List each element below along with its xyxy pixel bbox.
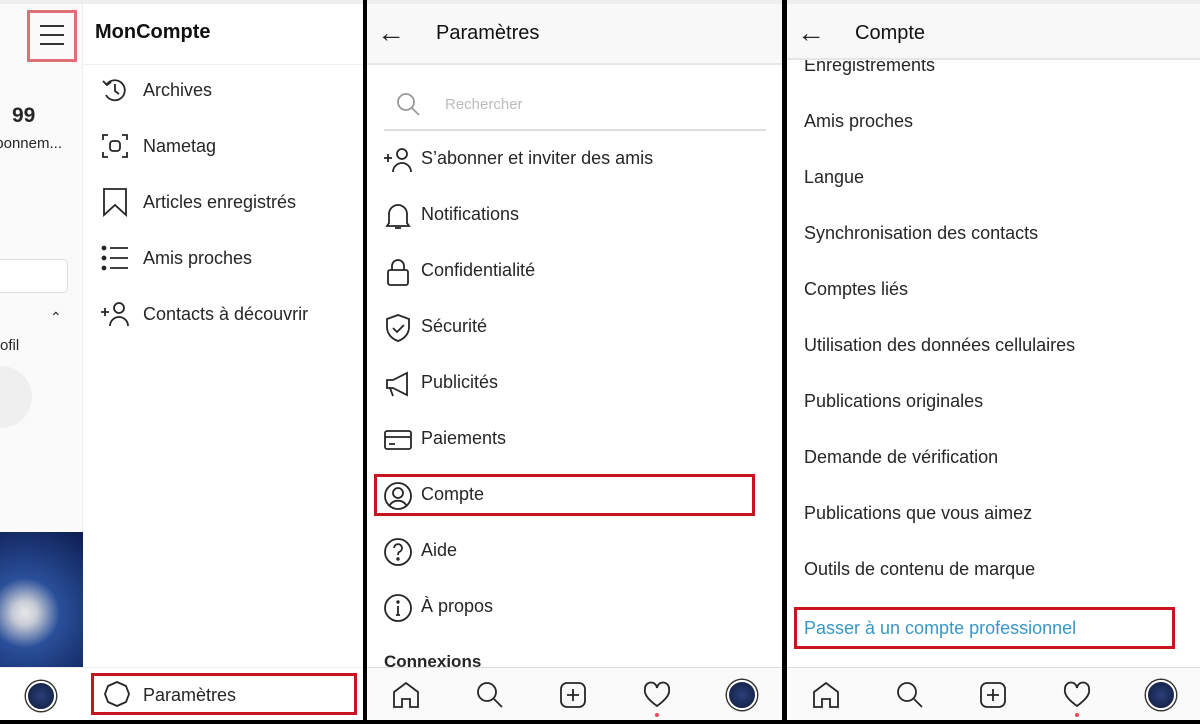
settings-label: Paramètres xyxy=(143,685,237,705)
back-arrow-icon[interactable]: ← xyxy=(797,17,825,49)
bottom-nav xyxy=(787,667,1200,720)
profile-avatar[interactable] xyxy=(1146,680,1176,710)
page-title: Compte xyxy=(855,22,926,44)
profile-count-label: bonnem... xyxy=(0,135,62,152)
menu-item-nametag[interactable]: Nametag xyxy=(143,136,216,157)
bookmark-icon xyxy=(100,187,130,218)
gear-icon xyxy=(102,679,132,709)
settings-item[interactable]: Aide xyxy=(421,540,457,561)
menu-item-archives[interactable]: Archives xyxy=(143,80,212,101)
shield-icon xyxy=(383,313,413,343)
account-item[interactable]: Utilisation des données cellulaires xyxy=(804,335,1075,356)
drawer-header: MonCompte xyxy=(83,4,363,65)
settings-item[interactable]: Publicités xyxy=(421,372,498,393)
bottom-nav xyxy=(367,667,782,720)
suggestion-avatar xyxy=(0,366,32,428)
settings-item[interactable]: À propos xyxy=(421,596,493,617)
account-item[interactable]: Publications que vous aimez xyxy=(804,503,1032,524)
profile-peek: 99 bonnem... ⌃ ofil xyxy=(0,4,83,667)
megaphone-icon xyxy=(383,369,413,399)
add-person-icon xyxy=(100,299,130,329)
nametag-icon xyxy=(100,131,130,161)
settings-item[interactable]: Confidentialité xyxy=(421,260,535,281)
settings-button[interactable]: Paramètres xyxy=(91,673,357,715)
page-title: Paramètres xyxy=(436,22,540,44)
account-item[interactable]: Langue xyxy=(804,167,864,188)
bell-icon xyxy=(383,201,413,231)
profile-count: 99 xyxy=(12,104,36,127)
post-thumbnail[interactable] xyxy=(0,532,83,667)
menu-item-saved[interactable]: Articles enregistrés xyxy=(143,192,296,213)
menu-button[interactable] xyxy=(27,10,77,62)
add-person-icon xyxy=(383,145,413,175)
account-item[interactable]: Amis proches xyxy=(804,111,913,132)
account-item[interactable]: Outils de contenu de marque xyxy=(804,559,1035,580)
add-post-icon[interactable] xyxy=(558,680,588,710)
search-icon[interactable] xyxy=(475,680,505,710)
settings-item[interactable]: Sécurité xyxy=(421,316,487,337)
profile-partial-label: ofil xyxy=(0,337,20,354)
switch-to-professional-button[interactable]: Passer à un compte professionnel xyxy=(794,607,1175,649)
settings-item[interactable]: Notifications xyxy=(421,204,519,225)
pro-link-label: Passer à un compte professionnel xyxy=(804,618,1077,638)
settings-header: ← Paramètres xyxy=(367,4,782,65)
menu-item-discover-contacts[interactable]: Contacts à découvrir xyxy=(143,304,308,325)
profile-avatar[interactable] xyxy=(26,681,56,711)
edit-profile-button[interactable] xyxy=(0,259,68,293)
help-icon xyxy=(383,537,413,567)
lock-icon xyxy=(383,257,413,287)
archive-history-icon xyxy=(100,75,130,105)
account-item[interactable]: Comptes liés xyxy=(804,279,908,300)
close-friends-list-icon xyxy=(100,243,130,273)
search-placeholder: Rechercher xyxy=(445,96,523,113)
account-item[interactable]: Demande de vérification xyxy=(804,447,998,468)
account-header: ← Compte xyxy=(787,4,1200,60)
profile-avatar[interactable] xyxy=(727,680,757,710)
notification-dot xyxy=(655,713,659,717)
add-post-icon[interactable] xyxy=(978,680,1008,710)
settings-item[interactable]: Paiements xyxy=(421,428,506,449)
panel-settings: ← Paramètres Rechercher S’abonner et inv… xyxy=(367,0,782,720)
panel-account: Enregistrements Amis proches Langue Synchro… xyxy=(787,0,1200,720)
account-highlight xyxy=(374,474,755,516)
search-icon[interactable] xyxy=(895,680,925,710)
heart-icon[interactable] xyxy=(1062,680,1092,710)
heart-icon[interactable] xyxy=(642,680,672,710)
panel-menu: 99 bonnem... ⌃ ofil MonCompte Archives N… xyxy=(0,0,363,720)
chevron-up-icon[interactable]: ⌃ xyxy=(50,309,62,326)
info-icon xyxy=(383,593,413,623)
home-icon[interactable] xyxy=(811,680,841,710)
notification-dot xyxy=(1075,713,1079,717)
menu-item-close-friends[interactable]: Amis proches xyxy=(143,248,252,269)
search-icon xyxy=(394,90,424,120)
settings-item[interactable]: S’abonner et inviter des amis xyxy=(421,148,653,169)
page-title: MonCompte xyxy=(95,21,211,43)
card-icon xyxy=(383,425,413,455)
search-field[interactable]: Rechercher xyxy=(384,82,766,131)
account-item[interactable]: Publications originales xyxy=(804,391,983,412)
hamburger-icon xyxy=(40,25,64,45)
home-icon[interactable] xyxy=(391,680,421,710)
back-arrow-icon[interactable]: ← xyxy=(377,17,405,49)
account-item[interactable]: Synchronisation des contacts xyxy=(804,223,1038,244)
